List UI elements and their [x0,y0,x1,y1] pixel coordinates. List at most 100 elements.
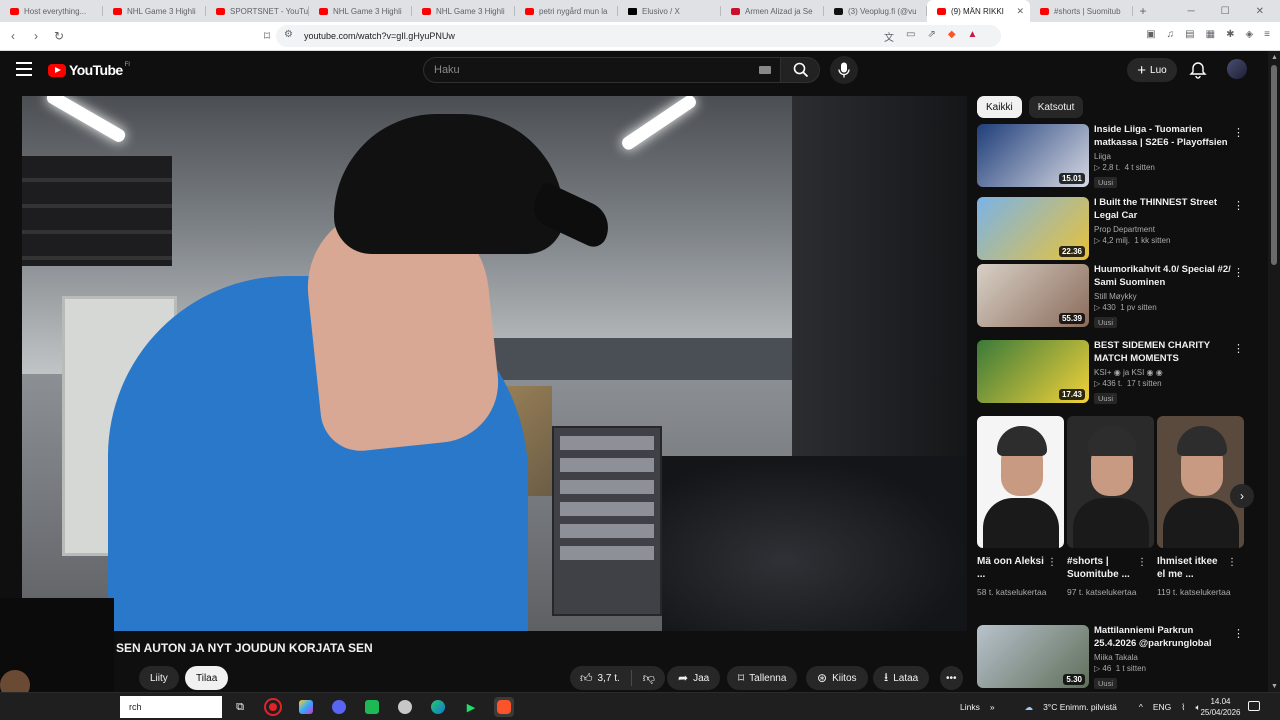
video-thumbnail[interactable]: 17.43 [977,340,1089,403]
search-button[interactable] [780,57,820,83]
share-button[interactable]: ➦ Jaa [667,666,721,690]
browser-tab[interactable]: (3) Veoplug.fi (@vu [824,0,927,22]
share-page-icon[interactable]: ⇗ [927,29,935,44]
download-button[interactable]: ⭳ Lataa [873,666,930,690]
steam-icon[interactable] [395,697,415,717]
more-options-icon[interactable]: ⋮ [1233,342,1244,355]
filter-chip[interactable]: Kaikki [977,96,1022,118]
reload-icon[interactable]: ↻ [49,29,69,43]
scroll-up-icon[interactable]: ▲ [1271,54,1278,61]
opera-icon[interactable] [263,697,283,717]
tray-overflow-icon[interactable]: ^ [1139,702,1143,712]
more-options-icon[interactable]: ⋮ [1233,627,1244,640]
like-count[interactable]: 3,7 t. [598,673,620,684]
browser-tab[interactable]: NHL Game 3 Highli [309,0,412,22]
short-title[interactable]: #shorts | Suomitube ... [1067,555,1137,581]
recommended-video[interactable]: 22.36 I Built the THINNEST Street Legal C… [977,197,1252,263]
weather-icon[interactable]: ☁ [1025,702,1034,713]
video-thumbnail[interactable]: 55.39 [977,264,1089,327]
discord-icon[interactable] [329,697,349,717]
more-actions-button[interactable]: ••• [940,666,963,690]
close-window-icon[interactable]: ✕ [1256,6,1264,17]
bookmark-icon[interactable]: ⌑ [257,29,277,43]
close-tab-icon[interactable]: ✕ [1016,6,1024,17]
spotify-icon[interactable] [362,697,382,717]
browser-tab[interactable]: Elusivo / X [618,0,721,22]
vpn-icon[interactable]: ◈ [1245,29,1253,40]
photoshop-icon[interactable] [296,697,316,717]
short-item[interactable]: Ihmiset itkee el me ... 119 t. katseluker… [1157,416,1244,614]
channel-name[interactable]: Miika Takala [1094,653,1232,662]
like-icon[interactable]: 👍︎ [580,671,593,686]
short-item[interactable]: #shorts | Suomitube ... 97 t. katselukert… [1067,416,1154,614]
language-indicator[interactable]: ENG [1153,702,1171,712]
browser-tab[interactable]: Host everything... [0,0,103,22]
short-item[interactable]: Mä oon Aleksi ... 58 t. katselukertaa ⋮ [977,416,1064,614]
page-scrollbar[interactable]: ▲ ▼ [1268,51,1280,692]
browser-tab[interactable]: SPORTSNET - YouTu [206,0,309,22]
task-view-icon[interactable]: ⧉ [230,697,250,717]
join-button[interactable]: Liity [139,666,179,690]
more-options-icon[interactable]: ⋮ [1227,557,1237,568]
recommended-video[interactable]: 55.39 Huumorikahvit 4.0/ Special #2/ Sami… [977,264,1252,330]
browser-tab[interactable]: Armen Alizad ja Se [721,0,824,22]
dislike-icon[interactable]: 👎︎ [643,671,655,686]
extensions-icon[interactable]: ✱ [1226,29,1234,40]
links-toolbar[interactable]: Links [960,702,980,712]
media-player-icon[interactable]: ▶ [461,697,481,717]
recommended-video[interactable]: 15.01 Inside Liiga - Tuomarien matkassa |… [977,124,1252,190]
translate-icon[interactable]: 文 [884,29,894,44]
short-title[interactable]: Mä oon Aleksi ... [977,555,1047,581]
forward-icon[interactable]: › [26,29,46,43]
shorts-next-button[interactable]: › [1230,484,1254,508]
thanks-button[interactable]: ⊛ Kiitos [806,666,868,690]
short-thumbnail[interactable] [1067,416,1154,548]
notifications-bell-icon[interactable] [1188,60,1208,80]
more-options-icon[interactable]: ⋮ [1047,557,1057,568]
video-title-link[interactable]: BEST SIDEMEN CHARITY MATCH MOMENTS [1094,340,1232,365]
browser-tab[interactable]: #shorts | Suomitub [1030,0,1133,22]
browser-tab[interactable]: petri nygård mun la [515,0,618,22]
video-thumbnail[interactable]: 22.36 [977,197,1089,260]
guide-menu-icon[interactable] [16,62,32,76]
taskbar-clock[interactable]: 14.04 25/04/2026 [1198,696,1243,718]
media-icon[interactable]: ♫ [1167,29,1175,40]
account-avatar[interactable] [1227,59,1247,79]
search-input[interactable] [424,58,744,82]
voice-search-button[interactable] [830,56,858,84]
taskbar-search[interactable]: rch [120,696,222,718]
brave-taskbar-icon[interactable] [494,697,514,717]
more-options-icon[interactable]: ⋮ [1233,126,1244,139]
site-info-icon[interactable]: ⚙ [284,29,293,40]
notification-center-icon[interactable] [1248,701,1260,711]
video-title-link[interactable]: Huumorikahvit 4.0/ Special #2/ Sami Suom… [1094,264,1232,289]
scroll-down-icon[interactable]: ▼ [1271,683,1278,690]
short-title[interactable]: Ihmiset itkee el me ... [1157,555,1227,581]
filter-chip[interactable]: Katsotut [1028,96,1084,118]
edge-icon[interactable] [428,697,448,717]
video-player[interactable] [22,96,967,631]
more-options-icon[interactable]: ⋮ [1137,557,1147,568]
sidebar-toggle-icon[interactable]: ▣ [1146,29,1155,40]
video-thumbnail[interactable]: 5.30 [977,625,1089,688]
recommended-video[interactable]: 17.43 BEST SIDEMEN CHARITY MATCH MOMENTS K… [977,340,1252,406]
cast-icon[interactable]: ▭ [906,29,915,44]
toolbar-expand-icon[interactable]: » [990,702,995,712]
back-icon[interactable]: ‹ [3,29,23,43]
channel-name[interactable]: Still Møykky [1094,292,1232,301]
recommended-video[interactable]: 5.30 Mattilanniemi Parkrun 25.4.2026 @par… [977,625,1252,691]
browser-tab-active[interactable]: (9) MÄN RIKKI ✕ [927,0,1030,22]
save-button[interactable]: ⌑ Tallenna [727,666,798,690]
subscribe-button[interactable]: Tilaa [185,666,229,690]
video-title-link[interactable]: Mattilanniemi Parkrun 25.4.2026 @parkrun… [1094,625,1232,650]
browser-tab[interactable]: NHL Game 3 Highli [103,0,206,22]
youtube-logo[interactable]: YouTube FI [48,62,130,78]
short-thumbnail[interactable] [977,416,1064,548]
keyboard-icon[interactable] [759,66,771,74]
reading-list-icon[interactable]: ▤ [1185,29,1194,40]
more-options-icon[interactable]: ⋮ [1233,266,1244,279]
weather-text[interactable]: 3°C Enimm. pilvistä [1043,702,1117,712]
new-tab-button[interactable]: + [1133,4,1153,18]
video-title-link[interactable]: Inside Liiga - Tuomarien matkassa | S2E6… [1094,124,1232,149]
more-options-icon[interactable]: ⋮ [1233,199,1244,212]
